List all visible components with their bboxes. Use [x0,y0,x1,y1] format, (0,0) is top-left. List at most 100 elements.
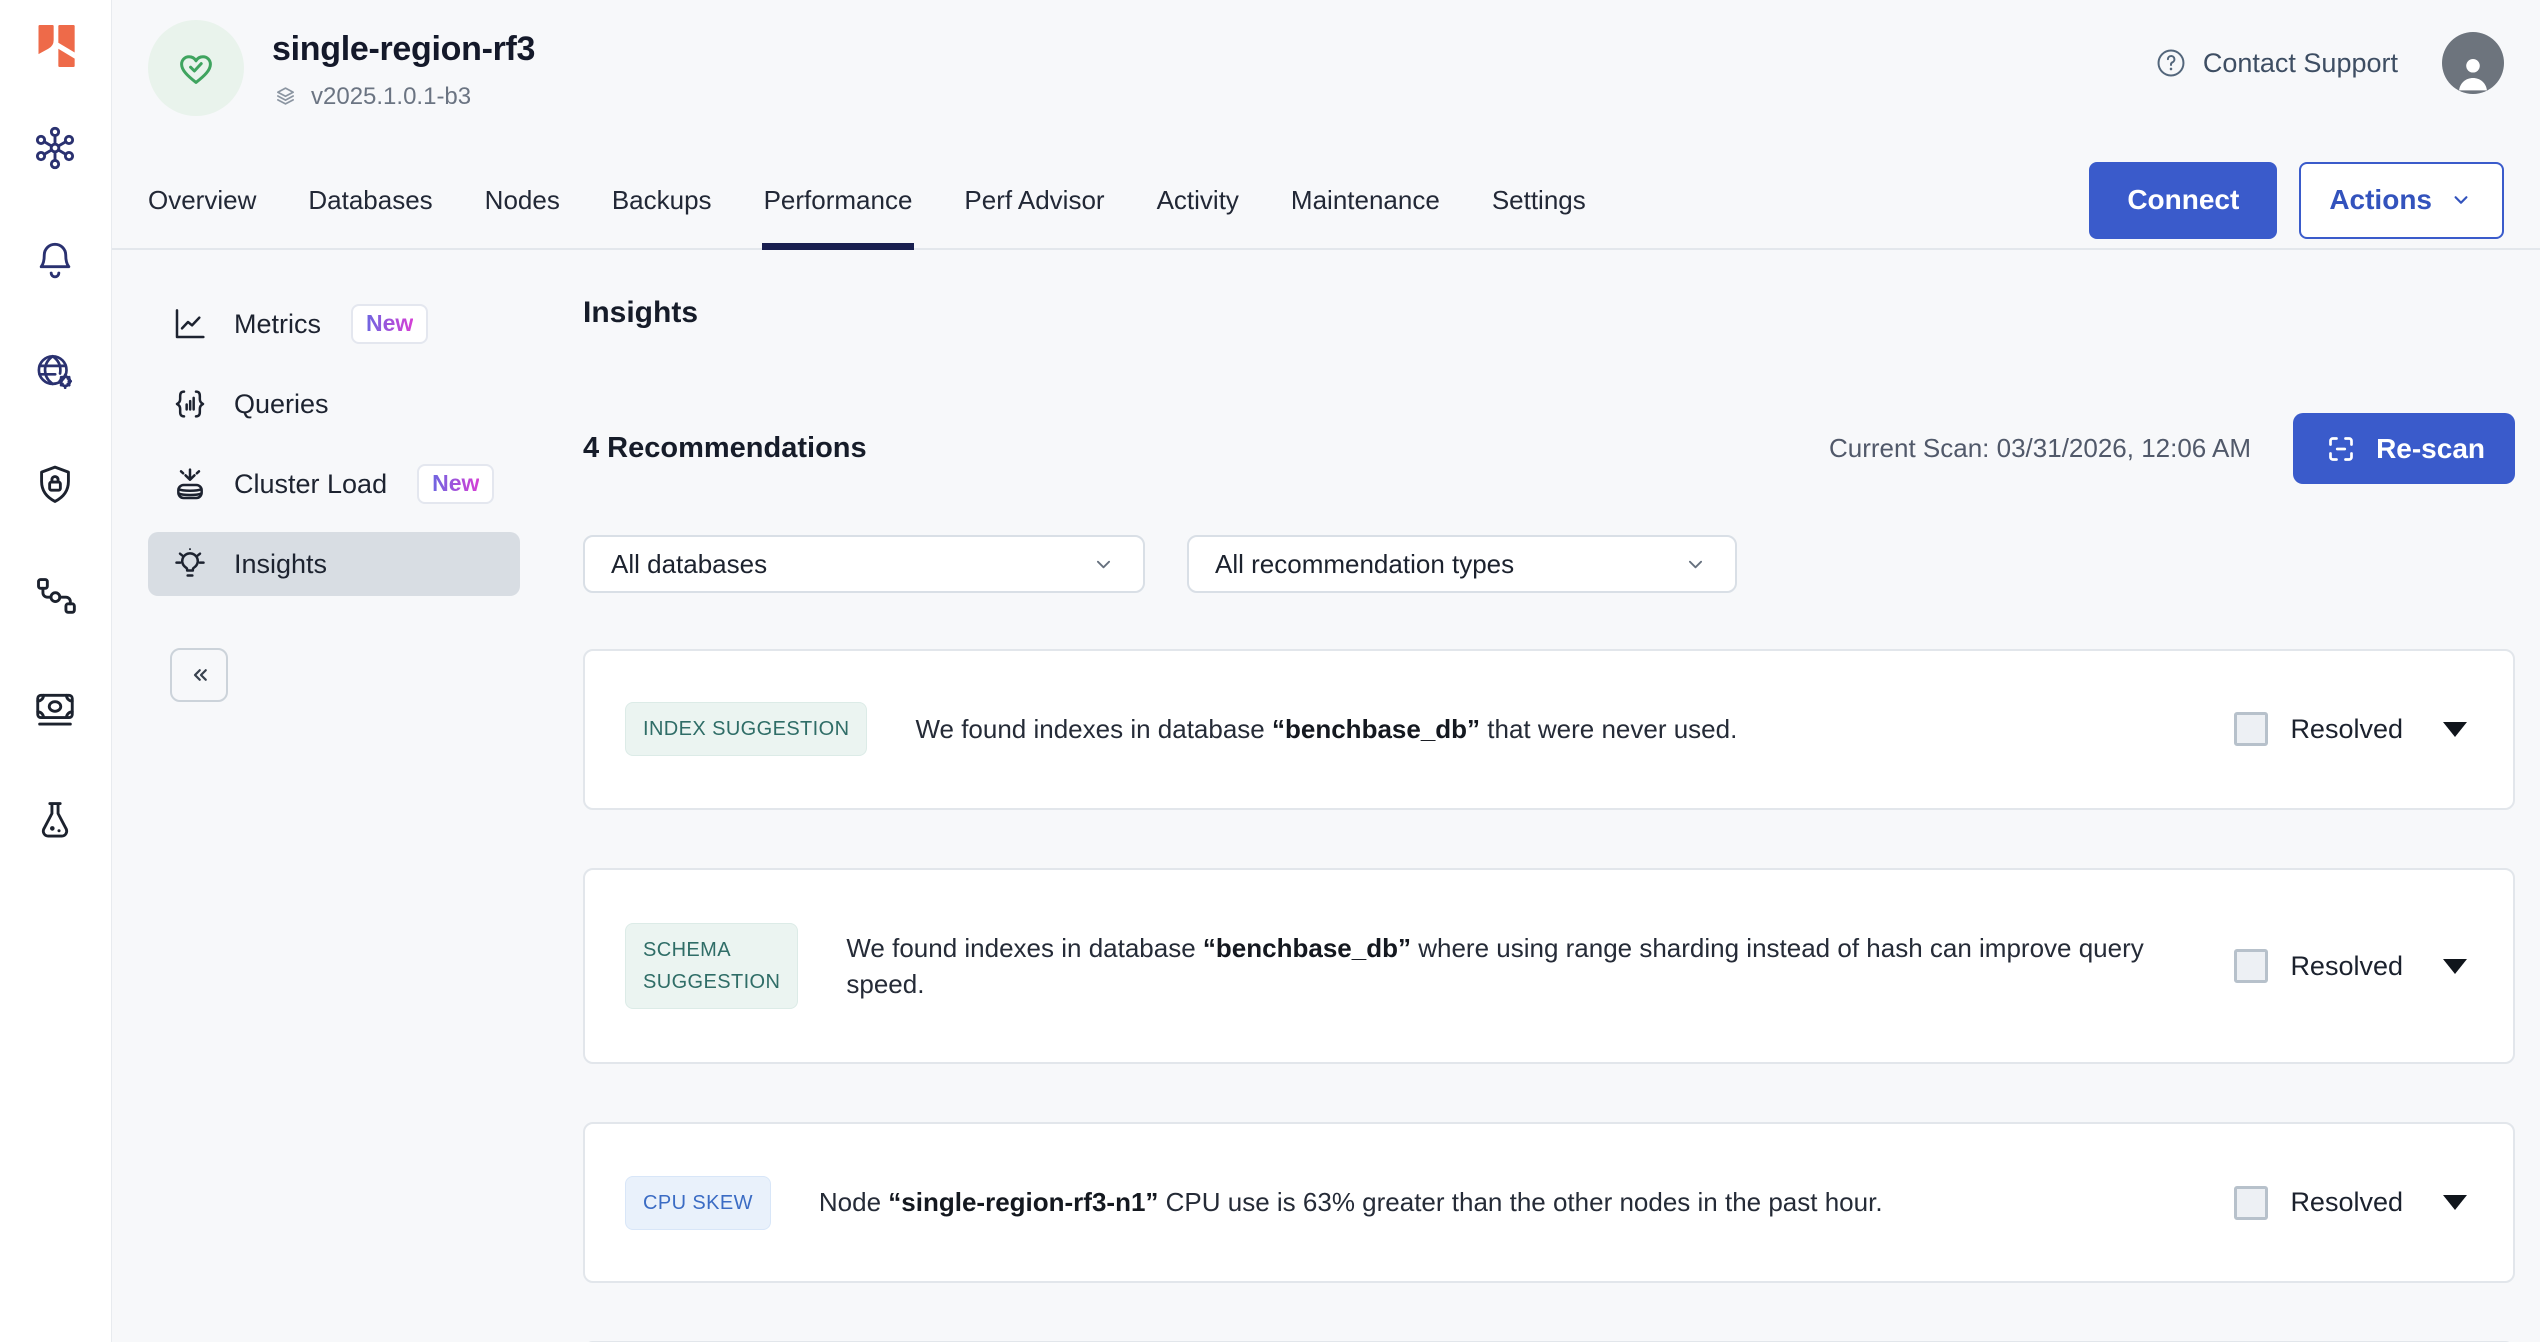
current-scan-timestamp: Current Scan: 03/31/2026, 12:06 AM [1829,433,2251,464]
expand-card-button[interactable] [2437,953,2473,980]
performance-subnav: Metrics New Queries [148,292,520,1342]
contact-support-label: Contact Support [2203,48,2398,79]
performance-content: Metrics New Queries [112,250,2540,1342]
insights-panel: Insights 4 Recommendations Current Scan:… [583,292,2540,1342]
layers-icon [272,83,299,110]
yugabyte-logo-icon [25,18,87,74]
tab-settings[interactable]: Settings [1466,152,1612,248]
resolved-checkbox[interactable] [2234,949,2268,983]
caret-down-icon [2443,959,2467,974]
tab-nodes[interactable]: Nodes [459,152,586,248]
chevron-down-icon [2448,187,2474,213]
hub-icon [32,125,78,171]
collapse-sidebar-button[interactable] [170,648,228,702]
tab-databases[interactable]: Databases [282,152,458,248]
chart-line-icon [170,304,210,344]
chevron-down-icon [1682,551,1709,578]
sidebar-item-billing[interactable] [32,684,80,732]
user-avatar[interactable] [2442,32,2504,94]
tabs: Overview Databases Nodes Backups Perform… [148,152,1612,248]
card-controls: Resolved [2234,949,2473,983]
tab-backups[interactable]: Backups [586,152,738,248]
main-column: single-region-rf3 v2025.1.0.1-b3 [112,0,2540,1342]
load-stack-icon [170,464,210,504]
resolved-label: Resolved [2290,1187,2403,1218]
sidebar-item-integrations[interactable] [32,572,80,620]
rescan-button[interactable]: Re-scan [2293,413,2515,484]
database-filter-value: All databases [611,549,767,580]
money-icon [32,685,78,731]
expand-card-button[interactable] [2437,716,2473,743]
rail-nav [32,124,80,844]
recommendation-type-badge: CPU SKEW [625,1176,771,1230]
card-controls: Resolved [2234,1186,2473,1220]
lightbulb-icon [170,544,210,584]
flow-icon [32,573,78,619]
new-badge: New [351,304,428,344]
subnav-insights-label: Insights [234,549,327,580]
recommendation-type-filter-dropdown[interactable]: All recommendation types [1187,535,1737,593]
subnav-item-insights[interactable]: Insights [148,532,520,596]
database-filter-dropdown[interactable]: All databases [583,535,1145,593]
cluster-name: single-region-rf3 [272,30,535,69]
subnav-cluster-load-label: Cluster Load [234,469,387,500]
cluster-header: single-region-rf3 v2025.1.0.1-b3 [112,0,2540,152]
subnav-queries-label: Queries [234,389,329,420]
sidebar-item-alerts[interactable] [32,236,80,284]
actions-button-label: Actions [2329,184,2432,216]
yugabyte-logo[interactable] [25,18,87,74]
resolved-checkbox[interactable] [2234,1186,2268,1220]
rescan-button-label: Re-scan [2376,433,2485,465]
recommendation-card-index-suggestion: INDEX SUGGESTION We found indexes in dat… [583,649,2515,809]
cluster-tab-bar: Overview Databases Nodes Backups Perform… [112,152,2540,250]
tab-bar-actions: Connect Actions [2089,162,2504,239]
resolved-label: Resolved [2290,951,2403,982]
recommendation-type-filter-value: All recommendation types [1215,549,1514,580]
recommendations-count: 4 Recommendations [583,432,867,465]
sidebar-item-labs[interactable] [32,796,80,844]
connect-button[interactable]: Connect [2089,162,2277,239]
subnav-item-queries[interactable]: Queries [148,372,520,436]
sidebar-item-security[interactable] [32,460,80,508]
resolved-checkbox[interactable] [2234,712,2268,746]
contact-support-button[interactable]: Contact Support [2154,46,2398,80]
braces-bars-icon [170,384,210,424]
bell-icon [32,237,78,283]
caret-down-icon [2443,1195,2467,1210]
app-rail [0,0,112,1342]
cluster-identity: single-region-rf3 v2025.1.0.1-b3 [148,20,535,116]
app-root: single-region-rf3 v2025.1.0.1-b3 [0,0,2540,1342]
scan-icon [2323,431,2359,467]
recommendation-filters: All databases All recommendation types [583,535,2515,593]
cluster-version-row: v2025.1.0.1-b3 [272,83,535,111]
tab-overview[interactable]: Overview [148,152,282,248]
actions-button[interactable]: Actions [2299,162,2504,239]
recommendation-message: We found indexes in database “benchbase_… [915,711,2234,747]
heart-check-icon [172,44,220,92]
subnav-item-cluster-load[interactable]: Cluster Load New [148,452,520,516]
tab-maintenance[interactable]: Maintenance [1265,152,1466,248]
caret-down-icon [2443,722,2467,737]
tab-perf-advisor[interactable]: Perf Advisor [938,152,1130,248]
flask-icon [32,797,78,843]
scan-controls: Current Scan: 03/31/2026, 12:06 AM Re-sc… [1829,413,2515,484]
recommendation-card-cpu-skew: CPU SKEW Node “single-region-rf3-n1” CPU… [583,1122,2515,1282]
cluster-health-badge [148,20,244,116]
tab-performance[interactable]: Performance [738,152,939,248]
sidebar-item-clusters[interactable] [32,124,80,172]
recommendations-header: 4 Recommendations Current Scan: 03/31/20… [583,408,2515,489]
cluster-version: v2025.1.0.1-b3 [311,83,471,111]
sidebar-item-network[interactable] [32,348,80,396]
header-actions: Contact Support [2154,20,2504,94]
tab-activity[interactable]: Activity [1131,152,1265,248]
new-badge: New [417,464,494,504]
cluster-meta: single-region-rf3 v2025.1.0.1-b3 [272,26,535,111]
chevron-down-icon [1090,551,1117,578]
shield-lock-icon [32,461,78,507]
question-circle-icon [2154,46,2188,80]
subnav-item-metrics[interactable]: Metrics New [148,292,520,356]
resolved-label: Resolved [2290,714,2403,745]
page-title: Insights [583,296,2515,330]
recommendation-card-schema-suggestion: SCHEMA SUGGESTION We found indexes in da… [583,868,2515,1065]
expand-card-button[interactable] [2437,1189,2473,1216]
